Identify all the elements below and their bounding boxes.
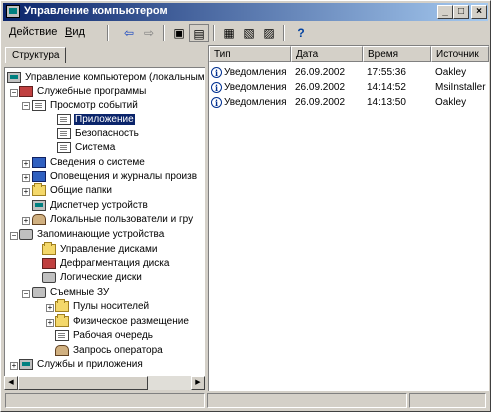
expander-storage[interactable]: − bbox=[10, 232, 18, 240]
status-panel bbox=[207, 393, 407, 408]
menu-view[interactable]: Вид bbox=[65, 26, 85, 38]
storage-icon bbox=[19, 229, 33, 240]
toolbar-separator bbox=[163, 25, 165, 41]
tree-item-computer-management[interactable]: Управление компьютером (локальным bbox=[7, 71, 206, 84]
forward-arrow-icon[interactable]: ⇨ bbox=[139, 24, 159, 42]
expander-system-tools[interactable]: − bbox=[10, 89, 18, 97]
toolbar-separator bbox=[213, 25, 215, 41]
status-panel bbox=[409, 393, 486, 408]
close-button[interactable]: × bbox=[471, 5, 487, 19]
tree-item-logical-drives[interactable]: Логические диски bbox=[42, 271, 143, 284]
tree-item-application-log[interactable]: Приложение bbox=[57, 113, 135, 126]
tab-structure[interactable]: Структура bbox=[5, 47, 67, 63]
expander-physical-locations[interactable]: + bbox=[46, 319, 54, 327]
title-bar[interactable]: Управление компьютером _ □ × bbox=[3, 3, 488, 21]
tree-item-storage[interactable]: Запоминающие устройства bbox=[19, 228, 165, 241]
minimize-button[interactable]: _ bbox=[437, 5, 453, 19]
removable-storage-icon bbox=[32, 287, 46, 298]
tree-item-media-pools[interactable]: Пулы носителей bbox=[55, 299, 150, 313]
expander-shared-folders[interactable]: + bbox=[22, 188, 30, 196]
expander-event-viewer[interactable]: − bbox=[22, 102, 30, 110]
operator-icon bbox=[55, 345, 69, 356]
info-icon: i bbox=[211, 96, 222, 108]
tree-item-operator-requests[interactable]: Запрось оператора bbox=[55, 344, 164, 357]
column-header-time[interactable]: Время bbox=[363, 46, 431, 62]
refresh-icon[interactable]: ▨ bbox=[259, 24, 279, 42]
info-icon: i bbox=[211, 66, 222, 78]
expander-system-info[interactable]: + bbox=[22, 160, 30, 168]
tree-item-shared-folders[interactable]: Общие папки bbox=[32, 183, 113, 197]
folder-icon bbox=[42, 242, 56, 255]
computer-management-icon bbox=[6, 5, 20, 18]
system-tools-icon bbox=[19, 86, 33, 97]
column-header-source[interactable]: Источник bbox=[431, 46, 489, 62]
event-list-pane[interactable]: Тип Дата Время Источник i Уведомления 26.… bbox=[208, 45, 489, 391]
toolbar-separator bbox=[107, 25, 109, 41]
expander-alerts[interactable]: + bbox=[22, 174, 30, 182]
tree-item-disk-management[interactable]: Управление дисками bbox=[42, 242, 158, 256]
tree-item-security-log[interactable]: Безопасность bbox=[57, 127, 140, 140]
alerts-icon bbox=[32, 171, 46, 182]
defrag-icon bbox=[42, 258, 56, 269]
expander-services[interactable]: + bbox=[10, 362, 18, 370]
window-title: Управление компьютером bbox=[24, 5, 168, 17]
system-info-icon bbox=[32, 157, 46, 168]
scroll-thumb[interactable] bbox=[18, 376, 148, 390]
tab-strip: Структура bbox=[3, 45, 205, 67]
main-window: Управление компьютером _ □ × Действие Ви… bbox=[0, 0, 491, 412]
tree-item-defrag[interactable]: Дефрагментация диска bbox=[42, 257, 170, 270]
log-icon bbox=[57, 128, 71, 139]
column-header-type[interactable]: Тип bbox=[209, 46, 291, 62]
column-header-date[interactable]: Дата bbox=[291, 46, 363, 62]
scroll-right-arrow-icon[interactable]: ▶ bbox=[191, 376, 205, 390]
users-icon bbox=[32, 214, 46, 225]
tree-item-system-tools[interactable]: Служебные программы bbox=[19, 85, 147, 98]
tree-item-removable-storage[interactable]: Съемные ЗУ bbox=[32, 286, 110, 299]
table-row[interactable]: i Уведомления 26.09.2002 14:14:52 MsiInst… bbox=[209, 81, 489, 95]
work-queue-icon bbox=[55, 330, 69, 341]
folder-icon bbox=[55, 299, 69, 312]
tree-item-physical-locations[interactable]: Физическое размещение bbox=[55, 314, 190, 328]
menu-action[interactable]: Действие bbox=[9, 26, 57, 38]
computer-icon bbox=[7, 72, 21, 83]
folder-icon bbox=[32, 183, 46, 196]
back-arrow-icon[interactable]: ⇦ bbox=[119, 24, 139, 42]
tree-pane[interactable]: − − + + + + − − + + + Управление компьют… bbox=[4, 67, 207, 377]
status-panel bbox=[5, 393, 205, 408]
maximize-button[interactable]: □ bbox=[453, 5, 469, 19]
menu-toolbar: Действие Вид ⇦ ⇨ ▣ ▤ ▦ ▧ ▨ ? bbox=[3, 22, 488, 44]
tree-item-event-viewer[interactable]: Просмотр событий bbox=[32, 99, 139, 112]
table-row[interactable]: i Уведомления 26.09.2002 14:13:50 Oakley bbox=[209, 96, 489, 110]
event-viewer-icon bbox=[32, 100, 46, 111]
show-hide-tree-icon[interactable]: ▤ bbox=[189, 24, 209, 42]
tree-item-services-apps[interactable]: Службы и приложения bbox=[19, 358, 144, 371]
export-list-icon[interactable]: ▧ bbox=[239, 24, 259, 42]
expander-removable[interactable]: − bbox=[22, 290, 30, 298]
expander-media-pools[interactable]: + bbox=[46, 304, 54, 312]
disk-icon bbox=[42, 272, 56, 283]
up-level-icon[interactable]: ▣ bbox=[169, 24, 189, 42]
services-icon bbox=[19, 359, 33, 370]
properties-icon[interactable]: ▦ bbox=[219, 24, 239, 42]
tree-item-work-queue[interactable]: Рабочая очередь bbox=[55, 329, 154, 342]
tree-horizontal-scrollbar[interactable]: ◀ ▶ bbox=[4, 376, 205, 390]
folder-icon bbox=[55, 314, 69, 327]
status-bar bbox=[3, 392, 488, 409]
tree-item-device-manager[interactable]: Диспетчер устройств bbox=[32, 199, 149, 212]
table-row[interactable]: i Уведомления 26.09.2002 17:55:36 Oakley bbox=[209, 66, 489, 80]
tree-item-local-users[interactable]: Локальные пользователи и гру bbox=[32, 213, 194, 226]
expander-local-users[interactable]: + bbox=[22, 217, 30, 225]
tree-item-alerts-logs[interactable]: Оповещения и журналы произв bbox=[32, 170, 198, 183]
help-icon[interactable]: ? bbox=[291, 24, 311, 42]
device-manager-icon bbox=[32, 200, 46, 211]
log-icon bbox=[57, 114, 71, 125]
scroll-left-arrow-icon[interactable]: ◀ bbox=[4, 376, 18, 390]
log-icon bbox=[57, 142, 71, 153]
info-icon: i bbox=[211, 81, 222, 93]
tree-item-system-info[interactable]: Сведения о системе bbox=[32, 156, 146, 169]
tree-item-system-log[interactable]: Система bbox=[57, 141, 116, 154]
toolbar-separator bbox=[283, 25, 285, 41]
